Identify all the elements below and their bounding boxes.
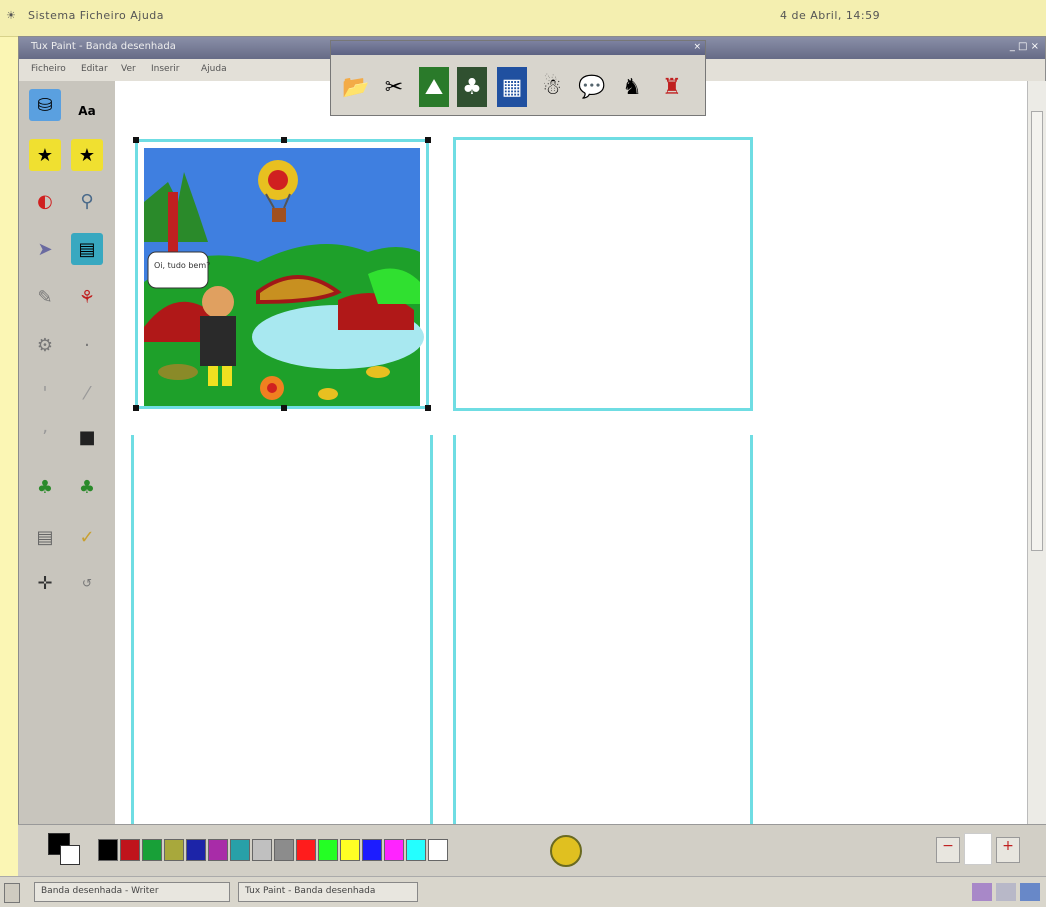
menu-edit[interactable]: Editar xyxy=(81,64,108,74)
document-icon[interactable]: ' xyxy=(29,377,61,409)
photo-icon[interactable]: ▦ xyxy=(497,67,527,107)
paint-bucket-icon[interactable]: ⛁ xyxy=(29,89,61,121)
workspace-2-icon[interactable] xyxy=(996,883,1016,901)
color-swatch[interactable] xyxy=(428,839,448,861)
move-icon[interactable]: ʼ xyxy=(29,421,61,453)
brush-icon[interactable]: ▤ xyxy=(71,233,103,265)
shapes-icon[interactable]: ★ xyxy=(71,139,103,171)
color-swatch[interactable] xyxy=(252,839,272,861)
scene-icon[interactable]: ⛰ xyxy=(419,67,449,107)
rotate-small-icon[interactable]: ↺ xyxy=(71,567,103,599)
scrollbar-thumb[interactable] xyxy=(1031,111,1043,551)
move-cross-icon[interactable]: ✛ xyxy=(29,567,61,599)
tool-palette: ⛁ Aa ★ ★ ◐ ⚲ ➤ ▤ ✎ ⚘ ⚙ · ' ⁄ ʼ ■ ♣ ♣ ▤ ✓… xyxy=(19,81,116,825)
magic-icon[interactable]: ◐ xyxy=(29,185,61,217)
speech-bubble-text: Oi, tudo bem? xyxy=(154,261,210,270)
resize-handle-t[interactable] xyxy=(281,137,287,143)
dragon-icon[interactable]: ♞ xyxy=(617,67,647,107)
color-swatch[interactable] xyxy=(296,839,316,861)
comic-panel-2[interactable] xyxy=(453,137,753,411)
resize-handle-tr[interactable] xyxy=(425,137,431,143)
bucket-icon[interactable]: ⚘ xyxy=(71,281,103,313)
tree-alt-icon[interactable]: · xyxy=(71,329,103,361)
system-clock-text: 4 de Abril, 14:59 xyxy=(780,9,881,22)
resize-handle-tl[interactable] xyxy=(133,137,139,143)
color-swatch[interactable] xyxy=(98,839,118,861)
color-swatch[interactable] xyxy=(406,839,426,861)
color-swatch[interactable] xyxy=(362,839,382,861)
tree-icon[interactable]: ⚙ xyxy=(29,329,61,361)
zoom-in-button[interactable]: + xyxy=(996,837,1020,863)
taskbar-item-writer[interactable]: Banda desenhada - Writer xyxy=(34,882,230,902)
floating-toolbar: × 📂 ✂ ⛰ ♣ ▦ ☃ 💬 ♞ ♜ xyxy=(330,40,706,116)
color-swatch[interactable] xyxy=(340,839,360,861)
cut-icon[interactable]: ✂ xyxy=(379,67,409,107)
comic-panel-4[interactable] xyxy=(453,435,753,739)
color-swatch[interactable] xyxy=(384,839,404,861)
system-menu-text[interactable]: Sistema Ficheiro Ajuda xyxy=(28,9,164,22)
close-icon[interactable]: × xyxy=(693,42,701,52)
taskbar: Banda desenhada - Writer Tux Paint - Ban… xyxy=(0,876,1046,907)
rotate-icon[interactable]: ■ xyxy=(71,421,103,453)
checkmark-icon[interactable]: ✓ xyxy=(71,521,103,553)
taskbar-item-tuxpaint[interactable]: Tux Paint - Banda desenhada xyxy=(238,882,418,902)
comic-panel-1[interactable]: Oi, tudo bem? xyxy=(133,137,431,411)
color-palette-bar: − + xyxy=(18,824,1046,877)
figure-icon[interactable]: ☃ xyxy=(537,67,567,107)
comic-canvas[interactable]: Oi, tudo bem? xyxy=(115,81,1027,825)
speech-bubble-icon[interactable]: 💬 xyxy=(577,67,607,107)
eraser-icon[interactable]: ⚲ xyxy=(71,185,103,217)
resize-handle-bl[interactable] xyxy=(133,405,139,411)
comic-panel-5[interactable] xyxy=(131,735,433,825)
color-swatch[interactable] xyxy=(186,839,206,861)
resize-handle-br[interactable] xyxy=(425,405,431,411)
floating-toolbar-title[interactable]: × xyxy=(331,41,705,55)
page-icon[interactable]: ▤ xyxy=(29,521,61,553)
menu-file[interactable]: Ficheiro xyxy=(31,64,66,74)
color-swatch[interactable] xyxy=(318,839,338,861)
resize-handle-b[interactable] xyxy=(281,405,287,411)
comic-panel-6[interactable] xyxy=(453,735,753,825)
menu-insert[interactable]: Inserir xyxy=(151,64,180,74)
pencil-icon[interactable]: ✎ xyxy=(29,281,61,313)
window-title: Tux Paint - Banda desenhada xyxy=(31,41,176,52)
color-swatch[interactable] xyxy=(230,839,250,861)
color-swatch[interactable] xyxy=(120,839,140,861)
comic-panel-3[interactable] xyxy=(131,435,433,739)
color-swatch[interactable] xyxy=(164,839,184,861)
app-window: Tux Paint - Banda desenhada _ □ × Fichei… xyxy=(18,36,1046,876)
comic-illustration: Oi, tudo bem? xyxy=(144,148,424,406)
text-icon[interactable]: Aa xyxy=(71,95,103,127)
background-color[interactable] xyxy=(60,845,80,865)
zoom-out-button[interactable]: − xyxy=(936,837,960,863)
zoom-level-field[interactable] xyxy=(964,833,992,865)
line-icon[interactable]: ➤ xyxy=(29,233,61,265)
check-icon[interactable]: ⁄ xyxy=(71,377,103,409)
color-swatch[interactable] xyxy=(274,839,294,861)
workspace-3-icon[interactable] xyxy=(1020,883,1040,901)
window-controls[interactable]: _ □ × xyxy=(1010,41,1039,52)
system-top-bar: ☀ Sistema Ficheiro Ajuda 4 de Abril, 14:… xyxy=(0,0,1046,37)
stamp-icon[interactable]: ★ xyxy=(29,139,61,171)
character-green-alt-icon[interactable]: ♣ xyxy=(71,471,103,503)
vertical-scrollbar[interactable] xyxy=(1027,81,1046,825)
globe-icon[interactable] xyxy=(550,835,582,867)
character-green-icon[interactable]: ♣ xyxy=(29,471,61,503)
system-menu-icon[interactable]: ☀ xyxy=(6,9,16,22)
character-icon[interactable]: ♜ xyxy=(657,67,687,107)
show-desktop-icon[interactable] xyxy=(4,883,20,903)
menu-view[interactable]: Ver xyxy=(121,64,136,74)
open-icon[interactable]: 📂 xyxy=(341,67,371,107)
menu-help[interactable]: Ajuda xyxy=(201,64,227,74)
forest-icon[interactable]: ♣ xyxy=(457,67,487,107)
color-swatch[interactable] xyxy=(208,839,228,861)
workspace-1-icon[interactable] xyxy=(972,883,992,901)
color-swatch[interactable] xyxy=(142,839,162,861)
